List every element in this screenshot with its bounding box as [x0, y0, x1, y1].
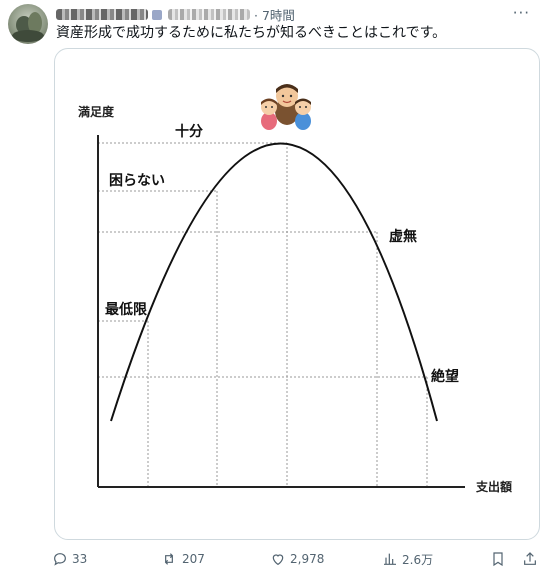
- reply-count: 33: [72, 552, 88, 566]
- repost-icon: [164, 553, 174, 565]
- share-button[interactable]: [522, 548, 538, 570]
- tweet-header: · 7時間: [56, 5, 546, 23]
- label-emptiness: 虚無: [389, 228, 417, 245]
- bookmark-icon: [493, 552, 503, 567]
- label-enough: 十分: [175, 123, 203, 140]
- avatar[interactable]: [8, 4, 48, 44]
- views-button[interactable]: 2.6万: [382, 548, 433, 570]
- repost-count: 207: [182, 552, 205, 566]
- share-icon: [524, 552, 536, 565]
- like-icon: [272, 554, 284, 566]
- tweet-image[interactable]: 満足度 支出額 十分 困らない 最低限 虚無 絶望: [54, 48, 540, 540]
- family-illustration: [261, 84, 311, 130]
- repost-button[interactable]: 207: [160, 548, 205, 570]
- label-despair: 絶望: [431, 368, 459, 385]
- x-axis-label: 支出額: [475, 479, 512, 494]
- tweet-text: 資産形成で成功するために私たちが知るべきことはこれです。: [56, 25, 447, 41]
- y-axis-label: 満足度: [78, 104, 115, 119]
- label-not-trouble: 困らない: [109, 173, 165, 189]
- author-name[interactable]: [56, 9, 148, 20]
- tweet-actions: 33 207 2,978 2.6万: [52, 548, 546, 570]
- reply-icon: [54, 553, 66, 566]
- timestamp[interactable]: · 7時間: [254, 8, 295, 23]
- views-count: 2.6万: [402, 552, 434, 567]
- author-handle[interactable]: [168, 9, 250, 20]
- more-icon[interactable]: ···: [513, 4, 530, 22]
- like-button[interactable]: 2,978: [270, 548, 324, 570]
- bookmark-button[interactable]: [490, 548, 506, 570]
- satisfaction-chart: 満足度 支出額 十分 困らない 最低限 虚無 絶望: [78, 84, 512, 494]
- like-count: 2,978: [290, 552, 325, 566]
- label-minimum: 最低限: [105, 301, 147, 318]
- verified-badge-icon: [152, 9, 162, 20]
- grid-lines: [98, 142, 428, 486]
- reply-button[interactable]: 33: [52, 548, 87, 570]
- views-icon: [384, 553, 396, 565]
